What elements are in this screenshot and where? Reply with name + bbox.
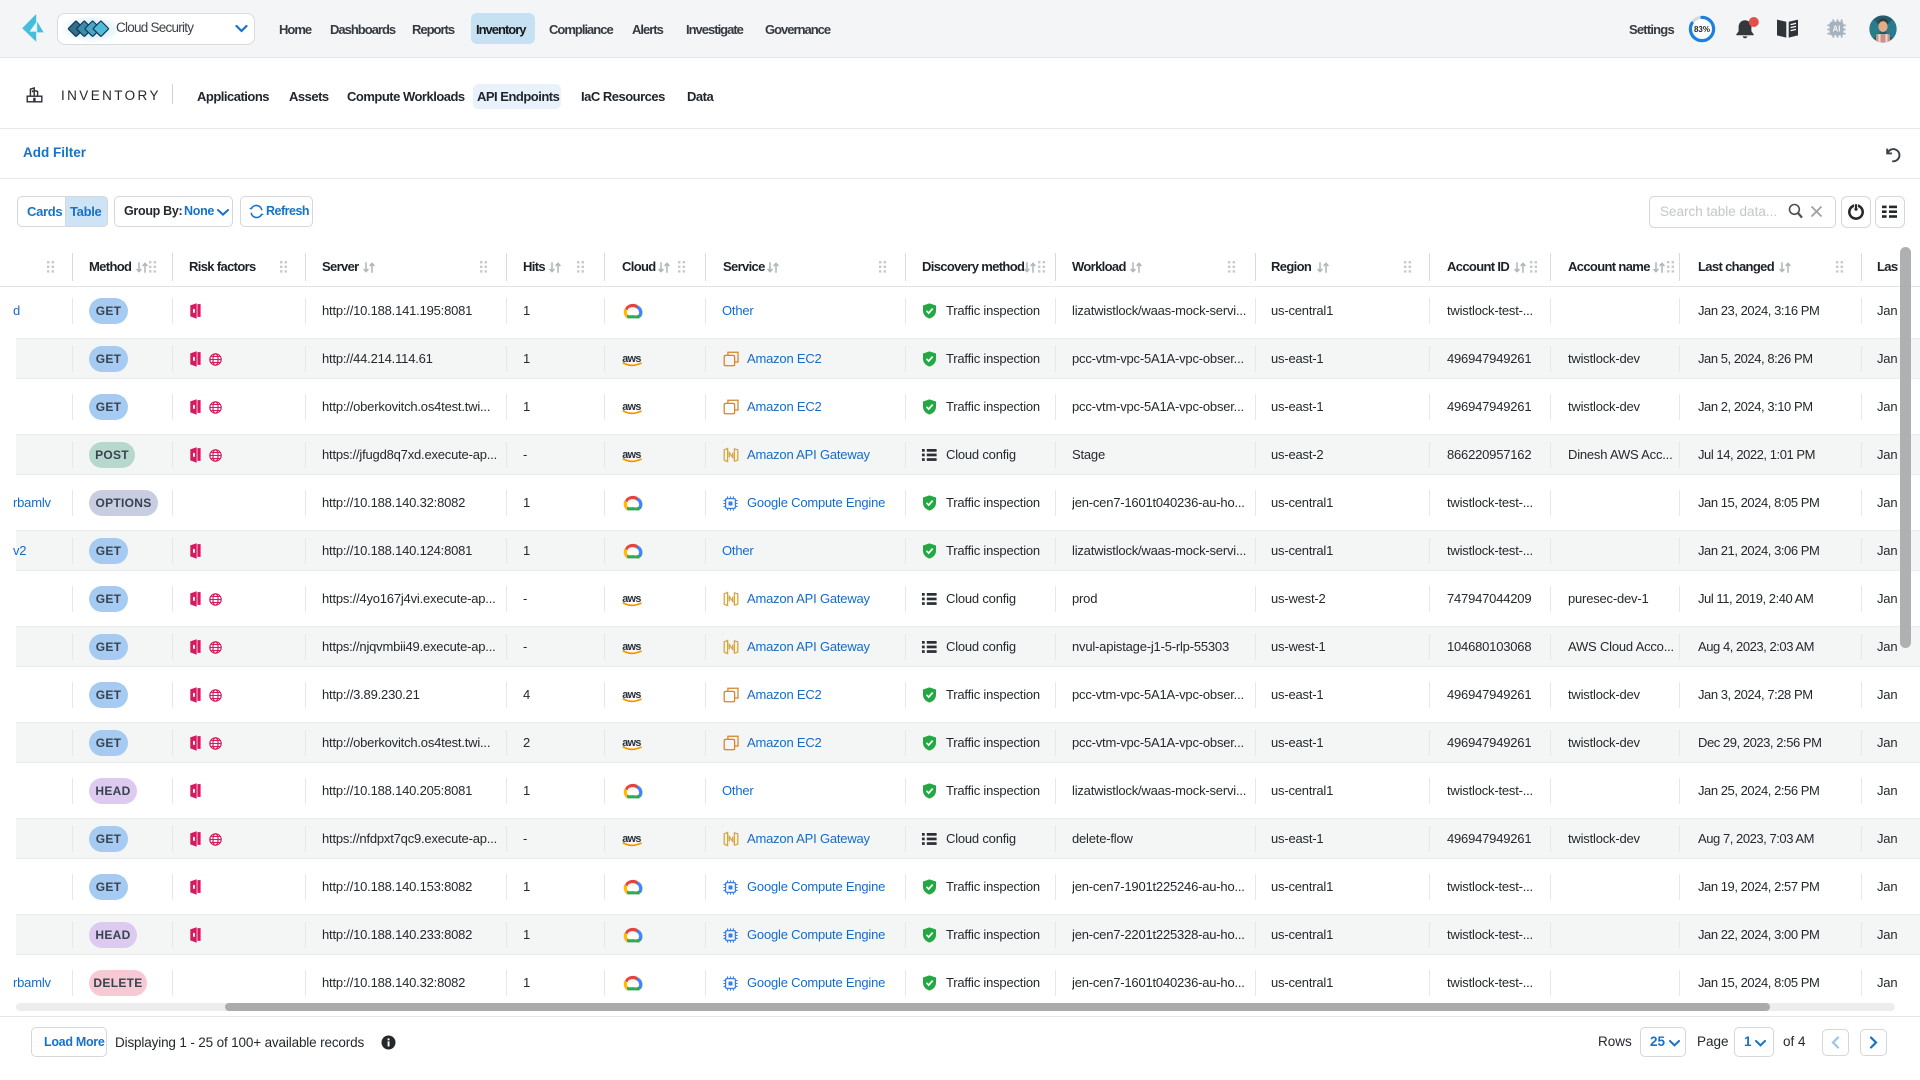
svg-text:83%: 83%: [1694, 25, 1710, 34]
svg-text:AI: AI: [1833, 25, 1841, 34]
